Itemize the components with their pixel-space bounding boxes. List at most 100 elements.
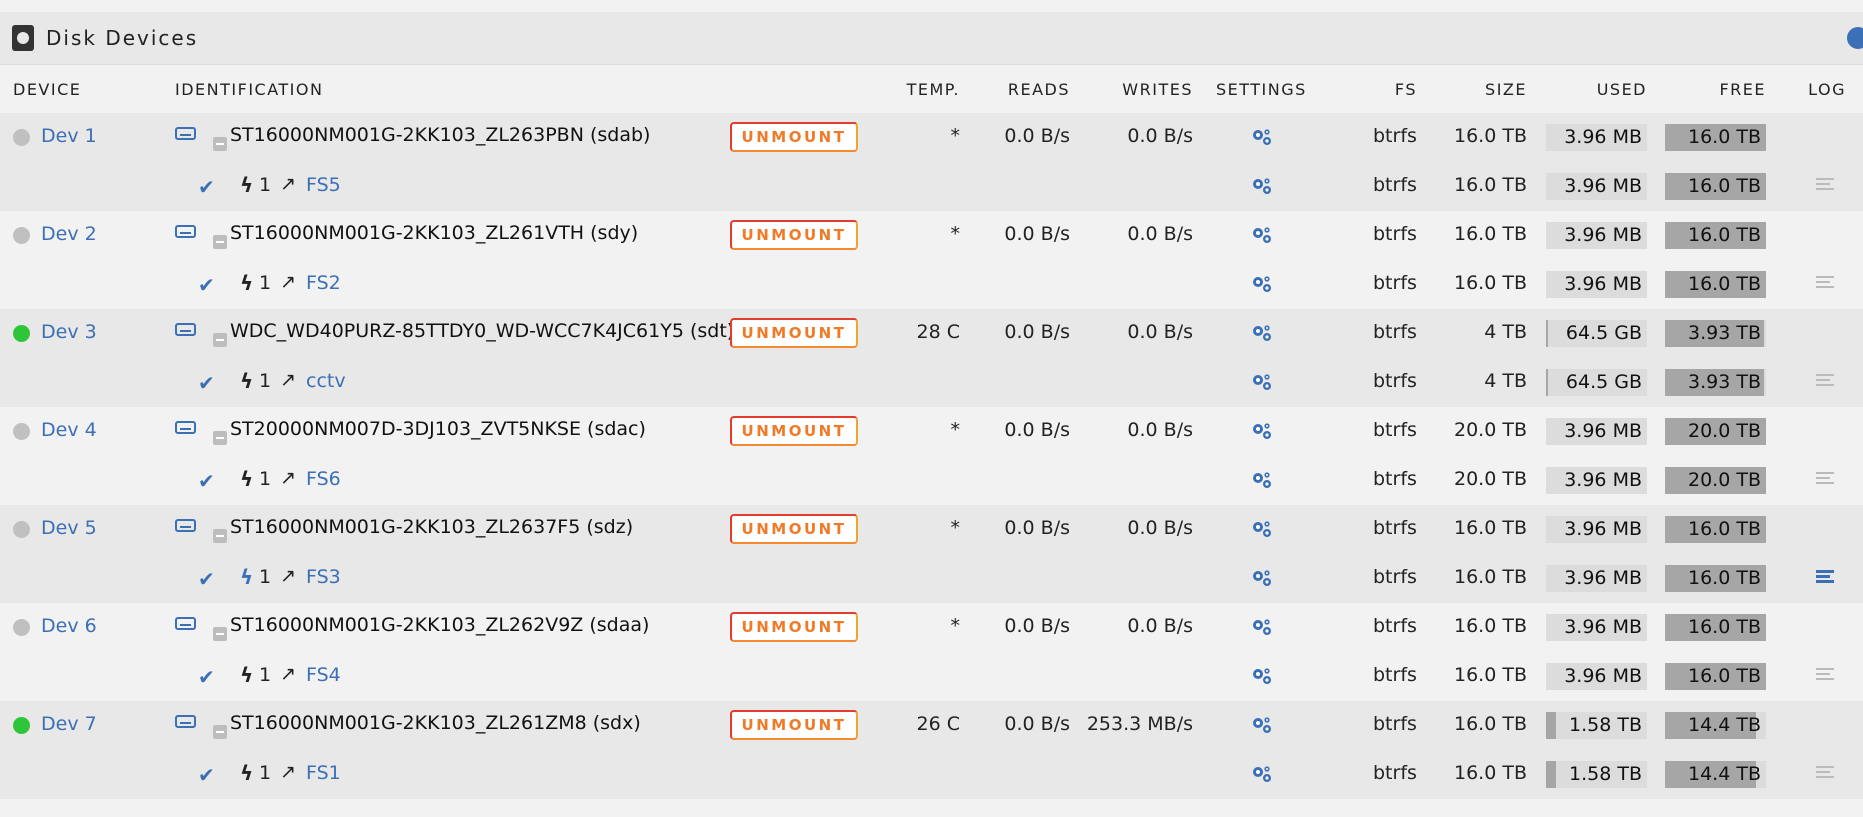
unmount-button[interactable]: UNMOUNT: [730, 220, 858, 250]
external-link-icon[interactable]: ↗: [280, 173, 296, 195]
filesystem: btrfs: [1373, 517, 1417, 539]
share-link[interactable]: cctv: [306, 370, 346, 392]
device-link[interactable]: Dev 1: [41, 125, 97, 147]
device-row: Dev 1 ST16000NM001G-2KK103_ZL263PBN (sda…: [0, 113, 1863, 162]
log-icon[interactable]: [1816, 276, 1834, 292]
settings-gear-icon[interactable]: [1250, 616, 1274, 640]
bolt-icon: ϟ: [240, 467, 254, 491]
device-identification: ST20000NM007D-3DJ103_ZVT5NKSE (sdac): [230, 418, 646, 440]
log-icon[interactable]: [1816, 766, 1834, 782]
used-bar: 3.96 MB: [1546, 516, 1647, 543]
share-link[interactable]: FS2: [306, 272, 341, 294]
unmount-button[interactable]: UNMOUNT: [730, 318, 858, 348]
drive-icon[interactable]: [175, 421, 196, 434]
share-link[interactable]: FS4: [306, 664, 341, 686]
external-link-icon[interactable]: ↗: [280, 761, 296, 783]
collapse-icon[interactable]: [213, 235, 227, 249]
col-log[interactable]: LOG: [1808, 80, 1846, 99]
filesystem: btrfs: [1373, 370, 1417, 392]
unmount-button[interactable]: UNMOUNT: [730, 122, 858, 152]
collapse-icon[interactable]: [213, 137, 227, 151]
collapse-icon[interactable]: [213, 627, 227, 641]
disk-size: 16.0 TB: [1454, 125, 1527, 147]
drive-icon[interactable]: [175, 225, 196, 238]
log-icon[interactable]: [1816, 472, 1834, 488]
unmount-button[interactable]: UNMOUNT: [730, 514, 858, 544]
device-link[interactable]: Dev 4: [41, 419, 97, 441]
share-link[interactable]: FS6: [306, 468, 341, 490]
settings-gear-icon[interactable]: [1250, 763, 1274, 787]
unmount-button[interactable]: UNMOUNT: [730, 416, 858, 446]
disk-size: 20.0 TB: [1454, 419, 1527, 441]
col-used[interactable]: USED: [1597, 80, 1647, 99]
share-link[interactable]: FS1: [306, 762, 341, 784]
unmount-button[interactable]: UNMOUNT: [730, 710, 858, 740]
log-icon[interactable]: [1816, 570, 1834, 586]
settings-gear-icon[interactable]: [1250, 420, 1274, 444]
dashboard-icon[interactable]: [1847, 27, 1863, 49]
device-link[interactable]: Dev 5: [41, 517, 97, 539]
drive-icon[interactable]: [175, 127, 196, 140]
log-icon[interactable]: [1816, 178, 1834, 194]
share-link[interactable]: FS5: [306, 174, 341, 196]
settings-gear-icon[interactable]: [1250, 126, 1274, 150]
collapse-icon[interactable]: [213, 725, 227, 739]
external-link-icon[interactable]: ↗: [280, 565, 296, 587]
slot-number: 1: [259, 370, 272, 392]
external-link-icon[interactable]: ↗: [280, 369, 296, 391]
external-link-icon[interactable]: ↗: [280, 271, 296, 293]
used-value: 64.5 GB: [1565, 322, 1642, 344]
log-icon[interactable]: [1816, 374, 1834, 390]
collapse-icon[interactable]: [213, 333, 227, 347]
log-icon[interactable]: [1816, 668, 1834, 684]
drive-icon[interactable]: [175, 323, 196, 336]
hard-disk-icon: [12, 25, 34, 51]
device-link[interactable]: Dev 2: [41, 223, 97, 245]
free-bar: 14.4 TB: [1665, 712, 1766, 739]
external-link-icon[interactable]: ↗: [280, 663, 296, 685]
col-temp[interactable]: TEMP.: [907, 80, 960, 99]
col-size[interactable]: SIZE: [1485, 80, 1527, 99]
external-link-icon[interactable]: ↗: [280, 467, 296, 489]
drive-icon[interactable]: [175, 715, 196, 728]
collapse-icon[interactable]: [213, 431, 227, 445]
drive-icon[interactable]: [175, 519, 196, 532]
device-link[interactable]: Dev 7: [41, 713, 97, 735]
used-value: 64.5 GB: [1565, 371, 1642, 393]
col-reads[interactable]: READS: [1008, 80, 1070, 99]
free-bar: 16.0 TB: [1665, 565, 1766, 592]
settings-gear-icon[interactable]: [1250, 567, 1274, 591]
used-bar: 3.96 MB: [1546, 614, 1647, 641]
disk-size: 16.0 TB: [1454, 223, 1527, 245]
settings-gear-icon[interactable]: [1250, 273, 1274, 297]
settings-gear-icon[interactable]: [1250, 175, 1274, 199]
device-link[interactable]: Dev 3: [41, 321, 97, 343]
drive-icon[interactable]: [175, 617, 196, 630]
filesystem: btrfs: [1373, 762, 1417, 784]
filesystem: btrfs: [1373, 174, 1417, 196]
col-device[interactable]: DEVICE: [13, 80, 81, 99]
settings-gear-icon[interactable]: [1250, 469, 1274, 493]
disk-size: 4 TB: [1484, 321, 1527, 343]
free-value: 16.0 TB: [1688, 224, 1761, 246]
settings-gear-icon[interactable]: [1250, 322, 1274, 346]
slot-number: 1: [259, 174, 272, 196]
col-settings[interactable]: SETTINGS: [1216, 80, 1307, 99]
col-identification[interactable]: IDENTIFICATION: [175, 80, 323, 99]
top-strip: [0, 0, 1863, 12]
share-link[interactable]: FS3: [306, 566, 341, 588]
collapse-icon[interactable]: [213, 529, 227, 543]
settings-gear-icon[interactable]: [1250, 665, 1274, 689]
used-value: 3.96 MB: [1564, 420, 1642, 442]
device-link[interactable]: Dev 6: [41, 615, 97, 637]
col-writes[interactable]: WRITES: [1122, 80, 1193, 99]
free-value: 16.0 TB: [1688, 273, 1761, 295]
col-fs[interactable]: FS: [1395, 80, 1417, 99]
unmount-button[interactable]: UNMOUNT: [730, 612, 858, 642]
settings-gear-icon[interactable]: [1250, 518, 1274, 542]
settings-gear-icon[interactable]: [1250, 371, 1274, 395]
col-free[interactable]: FREE: [1719, 80, 1766, 99]
settings-gear-icon[interactable]: [1250, 224, 1274, 248]
free-value: 16.0 TB: [1688, 126, 1761, 148]
settings-gear-icon[interactable]: [1250, 714, 1274, 738]
